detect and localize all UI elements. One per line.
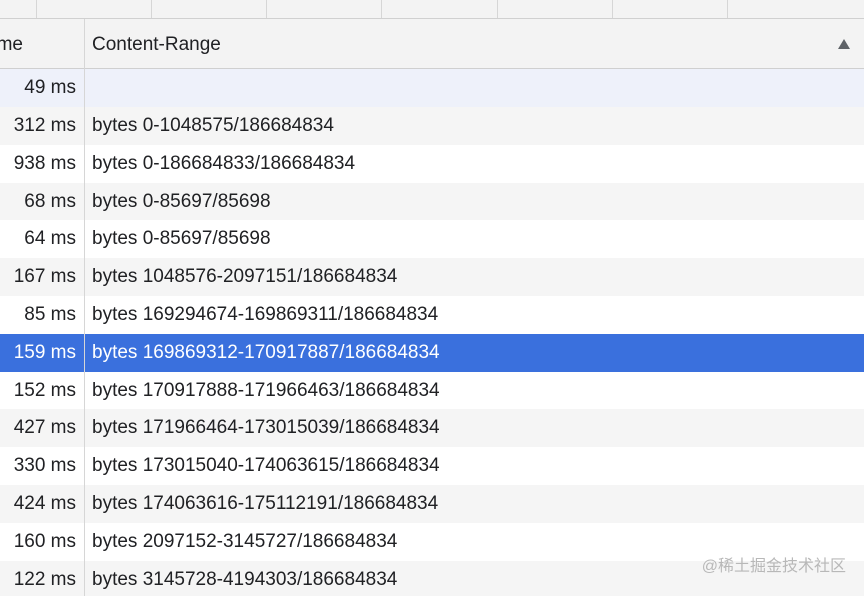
column-header-time-label: Time xyxy=(0,34,23,55)
sort-ascending-icon[interactable] xyxy=(838,39,850,49)
watermark: @稀土掘金技术社区 xyxy=(701,558,846,575)
time-cell: 64 ms xyxy=(24,228,76,250)
table-row[interactable]: 152 ms bytes 170917888-171966463/18668483… xyxy=(0,371,864,410)
time-cell: 122 ms xyxy=(13,568,76,590)
table-row[interactable]: 167 ms bytes 1048576-2097151/186684834 xyxy=(0,258,864,296)
time-cell: 159 ms xyxy=(13,341,76,363)
overview-divider xyxy=(612,0,613,18)
content-range-cell: bytes 3145728-4194303/186684834 xyxy=(92,568,398,590)
time-cell: 167 ms xyxy=(13,266,76,288)
table-row[interactable]: 938 ms bytes 0-186684833/186684834 xyxy=(0,144,864,183)
column-header-content-range[interactable]: Content-Range xyxy=(92,34,221,56)
content-range-cell: bytes 0-85697/85698 xyxy=(92,228,271,250)
content-range-cell: bytes 171966464-173015039/186684834 xyxy=(92,417,440,439)
overview-strip xyxy=(0,0,864,19)
table-row[interactable]: 85 ms bytes 169294674-169869311/186684834 xyxy=(0,295,864,334)
time-cell: 160 ms xyxy=(13,530,76,552)
time-cell: 938 ms xyxy=(13,152,76,174)
content-range-cell: bytes 174063616-175112191/186684834 xyxy=(92,492,439,514)
table-row[interactable]: 68 ms bytes 0-85697/85698 xyxy=(0,182,864,221)
time-cell: 152 ms xyxy=(13,379,76,401)
table-row[interactable]: 64 ms bytes 0-85697/85698 xyxy=(0,220,864,259)
table-row[interactable]: 330 ms bytes 173015040-174063615/18668483… xyxy=(0,447,864,485)
table-row[interactable]: 427 ms bytes 171966464-173015039/18668483… xyxy=(0,409,864,448)
content-range-cell: bytes 0-1048575/186684834 xyxy=(92,115,334,136)
content-range-cell: bytes 169294674-169869311/186684834 xyxy=(92,303,439,325)
column-divider[interactable] xyxy=(84,19,85,596)
content-range-cell: bytes 2097152-3145727/186684834 xyxy=(92,530,398,552)
content-range-cell: bytes 173015040-174063615/186684834 xyxy=(92,455,440,477)
content-range-cell: bytes 0-85697/85698 xyxy=(92,190,271,212)
request-list: 49 ms 312 ms bytes 0-1048575/186684834 938 … xyxy=(0,69,864,596)
content-range-cell: bytes 1048576-2097151/186684834 xyxy=(92,266,398,288)
time-cell: 427 ms xyxy=(13,417,76,439)
table-row[interactable]: 424 ms bytes 174063616-175112191/18668483… xyxy=(0,484,864,523)
column-header-time[interactable]: Time xyxy=(0,19,84,68)
table-row[interactable]: 49 ms xyxy=(0,69,864,107)
overview-divider xyxy=(266,0,267,18)
time-cell: 312 ms xyxy=(13,115,76,136)
time-cell: 330 ms xyxy=(13,455,76,477)
overview-divider xyxy=(381,0,382,18)
overview-divider xyxy=(497,0,498,18)
time-cell: 68 ms xyxy=(24,190,76,212)
table-row[interactable]: 312 ms bytes 0-1048575/186684834 xyxy=(0,107,864,145)
content-range-cell: bytes 170917888-171966463/186684834 xyxy=(92,379,440,401)
time-cell: 49 ms xyxy=(24,77,76,98)
table-header: Time Content-Range xyxy=(0,19,864,69)
overview-divider xyxy=(727,0,728,18)
table-row-selected[interactable]: 159 ms bytes 169869312-170917887/18668483… xyxy=(0,333,864,372)
content-range-cell: bytes 0-186684833/186684834 xyxy=(92,152,356,174)
content-range-cell: bytes 169869312-170917887/186684834 xyxy=(92,341,440,363)
time-cell: 85 ms xyxy=(24,303,76,325)
overview-divider xyxy=(151,0,152,18)
network-panel: Time Content-Range 49 ms 312 ms bytes 0-10… xyxy=(0,0,864,596)
overview-divider xyxy=(36,0,37,18)
time-cell: 424 ms xyxy=(13,492,76,514)
